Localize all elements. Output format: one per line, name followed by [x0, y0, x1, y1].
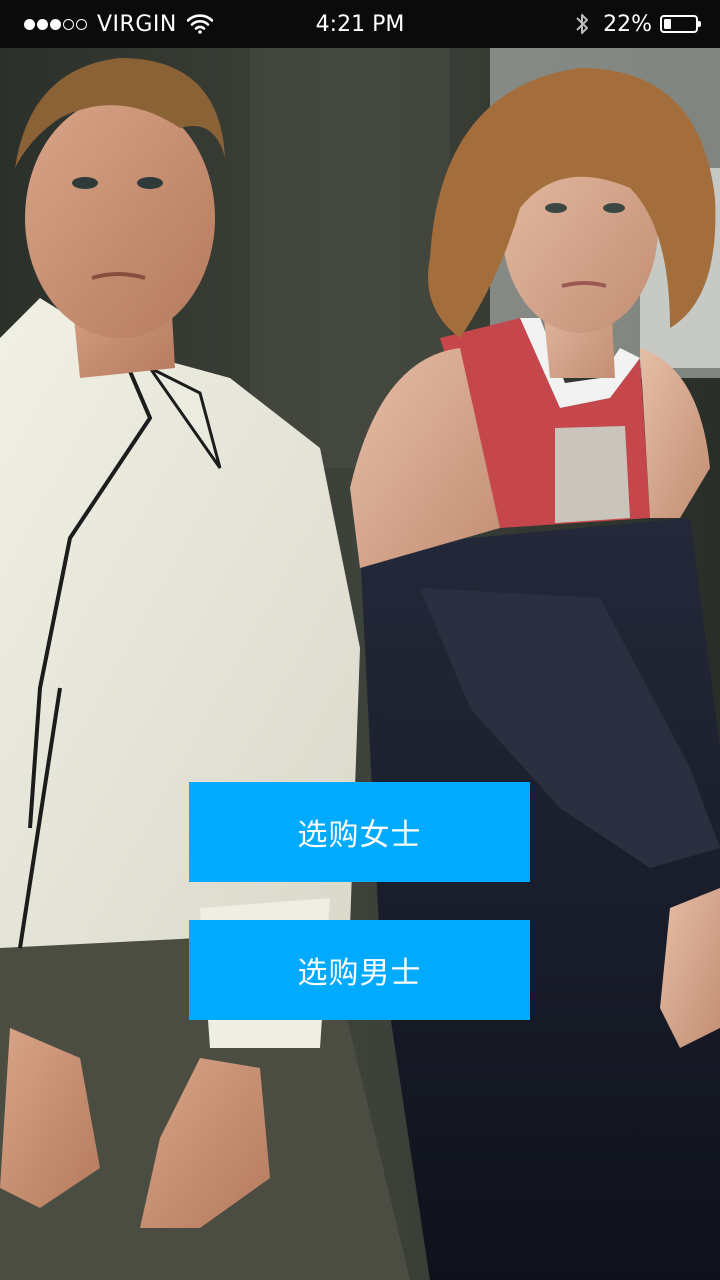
battery-fill [664, 19, 671, 29]
hero-fashion-photo [0, 48, 720, 1280]
bluetooth-icon [576, 14, 589, 34]
battery-icon [660, 15, 701, 33]
status-right: 22% [575, 0, 701, 48]
shop-men-button[interactable]: 选购男士 [189, 920, 530, 1020]
status-bar: VIRGIN 4:21 PM 22% [0, 0, 720, 48]
app-screen: VIRGIN 4:21 PM 22% 选购女士 选购男士 [0, 0, 720, 1280]
shop-women-button[interactable]: 选购女士 [189, 782, 530, 882]
battery-percent: 22% [603, 11, 652, 37]
